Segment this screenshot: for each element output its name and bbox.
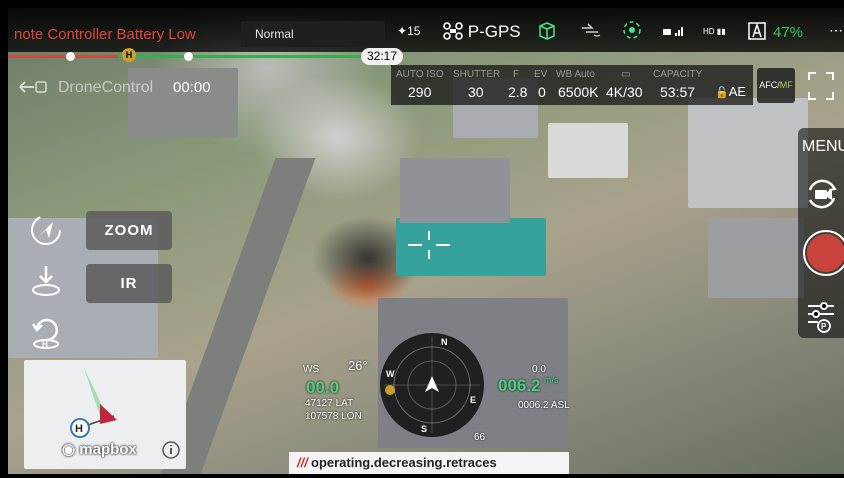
- compass-east: E: [470, 395, 476, 405]
- satellite-icon: ✦: [397, 24, 408, 38]
- mapbox-logo: ◉ mapbox: [62, 441, 137, 458]
- altitude-value: 00.0: [306, 378, 340, 397]
- wind-speed-label: WS: [303, 364, 320, 375]
- svg-text:H: H: [42, 340, 48, 349]
- gps-status[interactable]: P-GPS: [443, 22, 521, 42]
- hd-signal-bars-icon: ▮▮: [716, 27, 726, 36]
- record-button[interactable]: [802, 227, 844, 279]
- return-home-icon[interactable]: H: [27, 314, 65, 352]
- recording-time: 00:00: [173, 79, 211, 96]
- menu-button[interactable]: MENU: [802, 138, 844, 156]
- wb-value: 6500K: [558, 84, 599, 100]
- compass-south: S: [421, 424, 427, 434]
- roof-teal: [400, 158, 510, 223]
- drone-icon: [443, 22, 463, 40]
- timeline-battery-warning-segment: [8, 55, 118, 58]
- ir-button[interactable]: IR: [86, 264, 172, 303]
- fullscreen-icon[interactable]: [807, 71, 835, 101]
- compass-radar: N E S W: [380, 333, 484, 437]
- vision-position-icon: [623, 21, 641, 39]
- timeline-home-marker: H: [122, 48, 136, 62]
- iso-label: AUTO ISO: [396, 69, 444, 80]
- ev-value: 0: [538, 84, 546, 100]
- aperture-value: 2.8: [508, 84, 528, 100]
- ev-label: EV: [534, 69, 548, 80]
- ae-lock[interactable]: 🔓AE: [715, 84, 746, 99]
- location-code-bar: /// operating.decreasing.retraces: [289, 452, 569, 474]
- lock-icon: 🔓: [715, 87, 729, 99]
- mapbox-icon: ◉: [62, 441, 76, 458]
- capacity-value: 53:57: [660, 84, 696, 100]
- compass-north: N: [441, 337, 448, 347]
- shutter-label: SHUTTER: [453, 69, 501, 80]
- shutter-value: 30: [468, 84, 484, 100]
- drone-camera-screen: note Controller Battery Low Normal ✦15 P…: [0, 0, 844, 478]
- location-code: operating.decreasing.retraces: [311, 455, 497, 470]
- camera-settings-panel[interactable]: AUTO ISO SHUTTER F EV WB Auto ▭ CAPACITY…: [391, 65, 753, 105]
- speed-value: 006.2: [498, 376, 541, 395]
- battery-icon[interactable]: [745, 19, 769, 43]
- auto-landing-icon[interactable]: [27, 262, 65, 300]
- map-home-label: H: [75, 423, 83, 435]
- compass-west: W: [386, 369, 395, 379]
- gps-mode-label: P-GPS: [467, 22, 521, 41]
- info-icon[interactable]: [161, 440, 181, 460]
- vertical-speed: 0.0: [532, 364, 546, 375]
- svg-text:P: P: [821, 322, 827, 331]
- back-arrow-icon[interactable]: [18, 78, 48, 96]
- zoom-button[interactable]: ZOOM: [86, 211, 172, 250]
- flight-mode-selector[interactable]: Normal: [241, 21, 385, 47]
- code-logo: ///: [297, 455, 308, 470]
- auto-takeoff-icon[interactable]: [27, 211, 65, 249]
- iso-value: 290: [408, 84, 432, 100]
- wb-label: WB Auto: [556, 69, 595, 80]
- satellite-count: ✦15: [397, 24, 421, 38]
- app-name: DroneControl: [58, 79, 154, 96]
- warning-text: note Controller Battery Low: [14, 26, 196, 43]
- timeline-marker: [184, 52, 193, 61]
- rc-signal-icon: [582, 23, 601, 37]
- battery-percentage: 47%: [773, 24, 804, 41]
- flight-mode-label: Normal: [255, 27, 294, 41]
- latitude: 47127 LAT: [305, 398, 354, 409]
- center-crosshair: [408, 231, 450, 259]
- video-resolution: 4K/30: [606, 84, 643, 100]
- aperture-label: F: [513, 69, 520, 80]
- gimbal-pitch: 26°: [348, 358, 368, 373]
- more-menu-icon[interactable]: ⋯: [829, 22, 843, 39]
- altitude-asl: 0006.2 ASL: [518, 400, 570, 411]
- sd-card-icon: ▭: [621, 69, 631, 80]
- longitude: 107578 LON: [305, 411, 362, 422]
- home-point-icon: [385, 385, 395, 395]
- flight-timeline[interactable]: H: [8, 48, 373, 62]
- house-mid-right: [548, 123, 628, 178]
- hd-signal: HD ▮▮: [703, 27, 726, 36]
- camera-settings-icon[interactable]: P: [806, 300, 836, 334]
- timeline-marker: [66, 52, 75, 61]
- map-aircraft-icon: [100, 404, 117, 424]
- house-right: [688, 98, 808, 208]
- flight-time: 32:17: [361, 48, 403, 65]
- switch-camera-mode-icon[interactable]: [804, 176, 840, 212]
- status-bar: note Controller Battery Low Normal ✦15 P…: [0, 0, 844, 52]
- mini-map[interactable]: H ◉ mapbox: [24, 360, 186, 469]
- house-far-right: [708, 218, 804, 298]
- capacity-label: CAPACITY: [653, 69, 703, 80]
- controller-signal-icon: [663, 27, 683, 36]
- obstacle-avoidance-icon[interactable]: [537, 22, 557, 40]
- focus-mode-button[interactable]: AFC/MF: [757, 68, 795, 103]
- speed-unit: m/s: [544, 375, 559, 385]
